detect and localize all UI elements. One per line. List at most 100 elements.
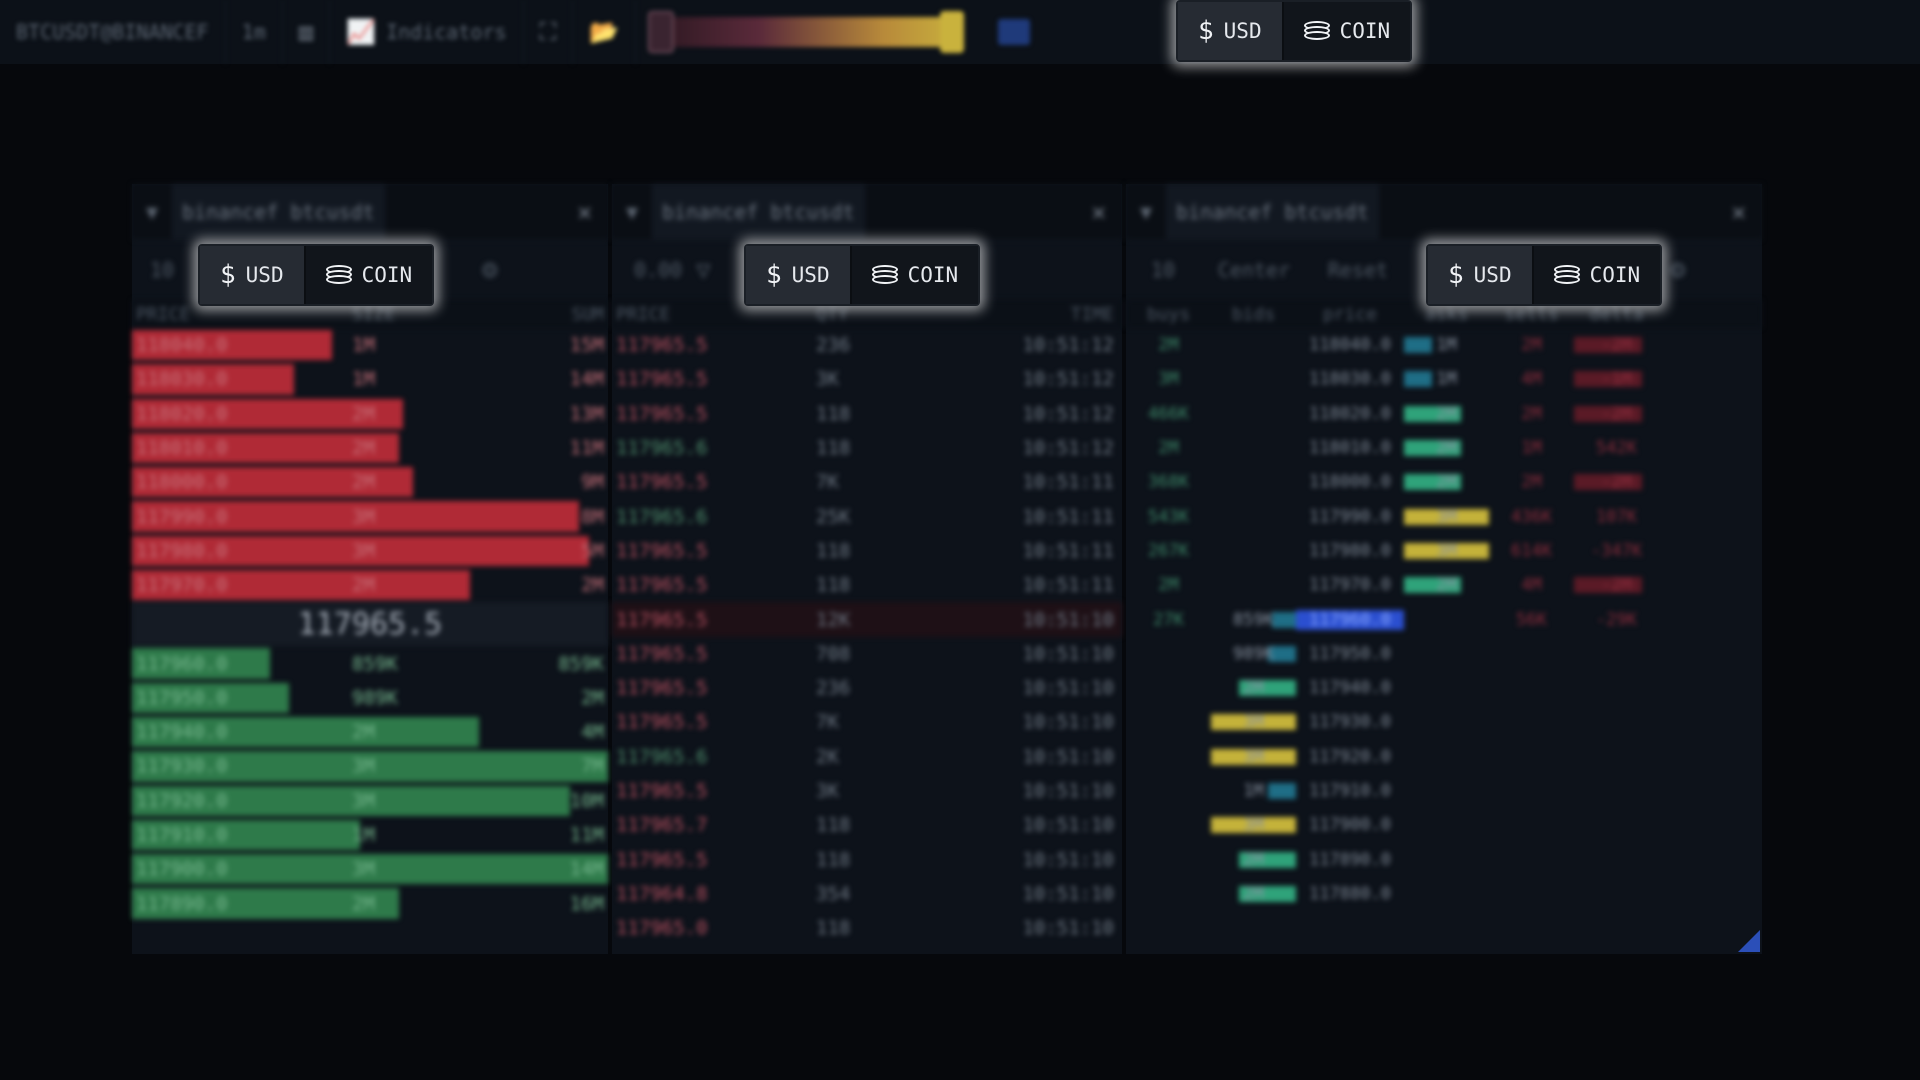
chart-type-button[interactable]: ▥	[283, 0, 331, 64]
pin-icon[interactable]: ▼	[1126, 200, 1166, 224]
trade-row[interactable]: 117965.5 3K 10:51:12	[612, 362, 1122, 396]
close-icon[interactable]: ✕	[578, 198, 592, 226]
bid-row[interactable]: 117900.0 3M 14M	[132, 852, 608, 886]
ladder-row[interactable]: 989K 117950.0	[1126, 637, 1762, 671]
trade-row[interactable]: 117965.5 7K 10:51:10	[612, 705, 1122, 739]
ladder-row[interactable]: 2M 118040.0 1M 2M -2M	[1126, 328, 1762, 362]
ladder-price[interactable]: 118020.0	[1296, 404, 1404, 424]
coin-option[interactable]: COIN	[1533, 246, 1661, 304]
bid-row[interactable]: 117950.0 989K 2M	[132, 681, 608, 715]
trade-row[interactable]: 117965.5 236 10:51:10	[612, 671, 1122, 705]
coin-option[interactable]: COIN	[305, 246, 433, 304]
color-range-slider[interactable]	[636, 0, 976, 64]
center-button[interactable]: Center	[1200, 258, 1308, 282]
close-icon[interactable]: ✕	[1092, 198, 1106, 226]
slider-handle-right[interactable]	[940, 11, 965, 53]
trade-row[interactable]: 117965.5 118 10:51:11	[612, 534, 1122, 568]
gear-icon[interactable]: ⚙	[1670, 255, 1686, 285]
close-icon[interactable]: ✕	[1732, 198, 1746, 226]
ladder-row[interactable]: 2M 117890.0	[1126, 842, 1762, 876]
trade-row[interactable]: 117965.5 708 10:51:10	[612, 637, 1122, 671]
ladder-row[interactable]: 1M 117910.0	[1126, 774, 1762, 808]
ladder-row[interactable]: 3M 118030.0 1M 4M -1M	[1126, 362, 1762, 396]
filter-value[interactable]: 0.00	[612, 258, 682, 282]
ladder-price[interactable]: 117950.0	[1296, 644, 1404, 664]
usd-option[interactable]: $ USD	[746, 246, 852, 304]
ask-row[interactable]: 117990.0 3M 8M	[132, 499, 608, 533]
ladder-row[interactable]: 543K 117990.0 3M 436K 107K	[1126, 499, 1762, 533]
indicators-button[interactable]: 📈 Indicators	[330, 0, 524, 64]
ladder-title[interactable]: binancef btcusdt	[1166, 183, 1379, 240]
orderbook-title[interactable]: binancef btcusdt	[172, 183, 385, 240]
depth-value[interactable]: 10	[1126, 258, 1200, 282]
reset-button[interactable]: Reset	[1308, 258, 1408, 282]
bid-row[interactable]: 117890.0 2M 16M	[132, 886, 608, 920]
timeframe-selector[interactable]: 1m	[226, 0, 283, 64]
trade-row[interactable]: 117964.8 354 10:51:10	[612, 877, 1122, 911]
minimize-icon[interactable]	[998, 19, 1031, 45]
ladder-price[interactable]: 118000.0	[1296, 472, 1404, 492]
ladder-price[interactable]: 117880.0	[1296, 884, 1404, 904]
trade-row[interactable]: 117965.7 118 10:51:10	[612, 808, 1122, 842]
ladder-price[interactable]: 117980.0	[1296, 541, 1404, 561]
ladder-price[interactable]: 117930.0	[1296, 712, 1404, 732]
trade-row[interactable]: 117965.6 118 10:51:12	[612, 431, 1122, 465]
ladder-row[interactable]: 2M 117880.0	[1126, 877, 1762, 911]
ladder-row[interactable]: 27K 859K 117960.0 56K -29K	[1126, 602, 1762, 636]
ladder-row[interactable]: 3M 117920.0	[1126, 740, 1762, 774]
ladder-price[interactable]: 117990.0	[1296, 507, 1404, 527]
pin-icon[interactable]: ▼	[132, 200, 172, 224]
symbol-selector[interactable]: BTCUSDT@BINANCEF	[0, 0, 226, 64]
ladder-row[interactable]: 267K 117980.0 3M 614K -347K	[1126, 534, 1762, 568]
ladder-row[interactable]: 368K 118000.0 2M 2M -2M	[1126, 465, 1762, 499]
trade-row[interactable]: 117965.5 12K 10:51:10	[612, 602, 1122, 637]
trades-title[interactable]: binancef btcusdt	[652, 183, 865, 240]
ladder-row[interactable]: 2M 118010.0 2M 1M 542K	[1126, 431, 1762, 465]
trade-row[interactable]: 117965.5 118 10:51:12	[612, 397, 1122, 431]
ask-row[interactable]: 118010.0 2M 11M	[132, 431, 608, 465]
ask-row[interactable]: 118020.0 2M 13M	[132, 397, 608, 431]
ask-row[interactable]: 118000.0 2M 9M	[132, 465, 608, 499]
ladder-row[interactable]: 466K 118020.0 2M 2M -2M	[1126, 397, 1762, 431]
ladder-price[interactable]: 117960.0	[1296, 609, 1404, 630]
ask-row[interactable]: 117980.0 3M 5M	[132, 534, 608, 568]
bid-row[interactable]: 117930.0 3M 7M	[132, 749, 608, 783]
ladder-price[interactable]: 117920.0	[1296, 747, 1404, 767]
ladder-price[interactable]: 117910.0	[1296, 781, 1404, 801]
ladder-price[interactable]: 118010.0	[1296, 438, 1404, 458]
open-folder-button[interactable]: 📂	[573, 0, 637, 64]
trade-row[interactable]: 117965.5 118 10:51:11	[612, 568, 1122, 602]
slider-handle-left[interactable]	[648, 11, 675, 53]
ask-row[interactable]: 117970.0 2M 2M	[132, 568, 608, 602]
trade-row[interactable]: 117965.5 118 10:51:10	[612, 842, 1122, 876]
ladder-price[interactable]: 117970.0	[1296, 575, 1404, 595]
bid-row[interactable]: 117910.0 1M 11M	[132, 818, 608, 852]
bid-row[interactable]: 117920.0 3M 10M	[132, 784, 608, 818]
bid-row[interactable]: 117960.0 859K 859K	[132, 646, 608, 680]
ask-row[interactable]: 118030.0 1M 14M	[132, 362, 608, 396]
usd-option[interactable]: $ USD	[1428, 246, 1534, 304]
trade-row[interactable]: 117965.6 2K 10:51:10	[612, 740, 1122, 774]
ladder-price[interactable]: 117890.0	[1296, 850, 1404, 870]
filter-icon[interactable]: ▽	[696, 256, 710, 284]
coin-option[interactable]: COIN	[851, 246, 979, 304]
usd-option[interactable]: $ USD	[200, 246, 306, 304]
ladder-price[interactable]: 117940.0	[1296, 678, 1404, 698]
ladder-row[interactable]: 3M 117900.0	[1126, 808, 1762, 842]
ladder-row[interactable]: 2M 117970.0 2M 4M -2M	[1126, 568, 1762, 602]
ladder-price[interactable]: 118030.0	[1296, 369, 1404, 389]
bid-row[interactable]: 117940.0 2M 4M	[132, 715, 608, 749]
usd-option[interactable]: $ USD	[1178, 2, 1284, 60]
resize-handle[interactable]	[1738, 930, 1760, 952]
coin-option[interactable]: COIN	[1283, 2, 1411, 60]
trade-row[interactable]: 117965.0 118 10:51:10	[612, 911, 1122, 945]
ladder-price[interactable]: 117900.0	[1296, 815, 1404, 835]
trade-row[interactable]: 117965.6 25K 10:51:11	[612, 499, 1122, 533]
ladder-row[interactable]: 2M 117940.0	[1126, 671, 1762, 705]
trade-row[interactable]: 117965.5 3K 10:51:10	[612, 774, 1122, 808]
ladder-price[interactable]: 118040.0	[1296, 335, 1404, 355]
trade-row[interactable]: 117965.5 7K 10:51:11	[612, 465, 1122, 499]
layout-button[interactable]: ⛶	[524, 0, 574, 64]
ask-row[interactable]: 118040.0 1M 15M	[132, 328, 608, 362]
ladder-row[interactable]: 3M 117930.0	[1126, 705, 1762, 739]
